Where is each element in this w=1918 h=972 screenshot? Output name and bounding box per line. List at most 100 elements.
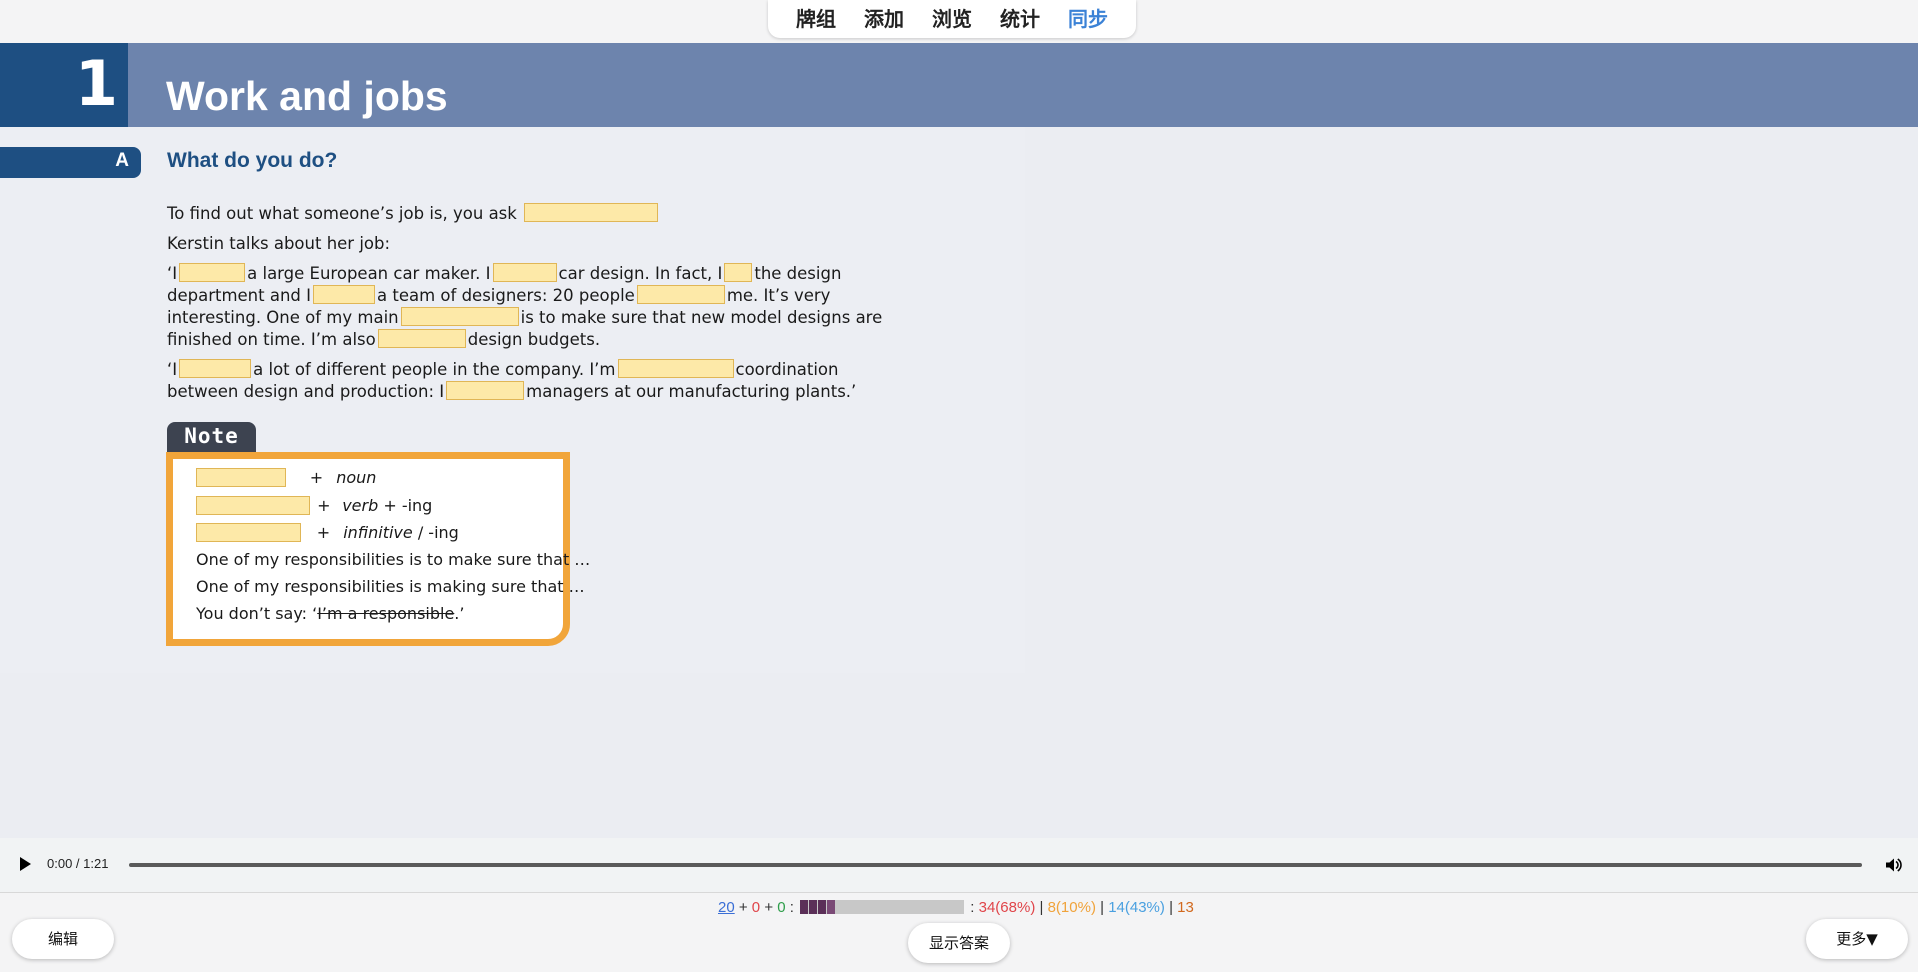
review-stats: 20 + 0 + 0 : : 34(68%) | 8(10%) | 14(43%…	[718, 899, 1194, 916]
text-fragment: between design and production: I	[167, 382, 445, 401]
note-warning-prefix: You don’t say: ‘	[196, 604, 318, 623]
text-fragment: department and I	[167, 286, 312, 305]
note-row-infinitive: + infinitive / -ing	[194, 523, 459, 542]
text-fragment: design budgets.	[467, 330, 601, 349]
plus-sign: +	[738, 899, 748, 916]
note-term: infinitive	[343, 523, 413, 542]
more-button[interactable]: 更多▼	[1806, 919, 1908, 959]
bottom-bar: 20 + 0 + 0 : : 34(68%) | 8(10%) | 14(43%…	[0, 892, 1918, 972]
main-nav: 牌组 添加 浏览 统计 同步	[768, 0, 1136, 38]
blank-field[interactable]	[400, 307, 519, 326]
tab-decks[interactable]: 牌组	[782, 0, 850, 38]
text-fragment: ‘I	[167, 264, 178, 283]
text-fragment: is to make sure that new model designs a…	[520, 308, 883, 327]
tab-stats[interactable]: 统计	[986, 0, 1054, 38]
audio-seek-bar[interactable]	[129, 863, 1862, 867]
note-suffix: / -ing	[417, 523, 459, 542]
text-fragment: interesting. One of my main	[167, 308, 399, 327]
edit-button[interactable]: 编辑	[12, 919, 114, 959]
blank-field[interactable]	[196, 468, 286, 487]
blank-field[interactable]	[617, 359, 734, 378]
para1-line-1: ‘I a large European car maker. I car desig…	[167, 263, 841, 285]
new-count[interactable]: 20	[718, 899, 735, 916]
text-fragment: finished on time. I’m also	[167, 330, 376, 349]
note-warning-struck: I’m a responsible	[317, 604, 455, 623]
blank-field[interactable]	[492, 263, 557, 282]
blank-field[interactable]	[179, 359, 252, 378]
plus-sign: +	[316, 523, 331, 542]
section-tab: A	[0, 147, 141, 178]
progress-heatbar	[800, 900, 965, 914]
note-term: noun	[336, 468, 377, 487]
tab-add[interactable]: 添加	[850, 0, 918, 38]
play-icon[interactable]	[20, 857, 31, 871]
easy-count: 13	[1177, 899, 1194, 916]
para2-line-2: between design and production: I managers…	[167, 381, 856, 403]
note-example-1: One of my responsibilities is to make su…	[196, 550, 591, 569]
para1-line-4: finished on time. I’m also design budgets…	[167, 329, 600, 351]
text-fragment: coordination	[735, 360, 839, 379]
note-row-verb: + verb + -ing	[194, 496, 432, 515]
blank-field[interactable]	[446, 381, 525, 400]
para2-line-1: ‘I a lot of different people in the compa…	[167, 359, 839, 381]
note-label: Note	[184, 424, 239, 448]
unit-title: Work and jobs	[166, 73, 448, 119]
text-fragment: the design	[754, 264, 842, 283]
note-example-2: One of my responsibilities is making sur…	[196, 577, 585, 596]
note-warning: You don’t say: ‘I’m a responsible.’	[196, 604, 464, 623]
heatbar-segment	[827, 900, 836, 914]
heatbar-segment	[800, 900, 809, 914]
unit-header: 1 Work and jobs	[0, 43, 1918, 127]
note-box: + noun + verb + -ing + infinitive / -ing…	[166, 452, 590, 646]
tab-browse[interactable]: 浏览	[918, 0, 986, 38]
text-fragment: ‘I	[167, 360, 178, 379]
note-row-noun: + noun	[194, 468, 376, 487]
section-letter: A	[115, 150, 129, 171]
text-fragment: managers at our manufacturing plants.’	[526, 382, 857, 401]
heatbar-segment	[809, 900, 818, 914]
para1-line-3: interesting. One of my main is to make su…	[167, 307, 882, 329]
blank-field[interactable]	[724, 263, 753, 282]
card-content: 1 Work and jobs A What do you do? To fin…	[0, 43, 1918, 838]
hard-count: 8(10%)	[1047, 899, 1096, 916]
good-count: 14(43%)	[1108, 899, 1165, 916]
text-fragment: car design. In fact, I	[558, 264, 723, 283]
learning-count: 0	[751, 899, 761, 916]
colon: :	[970, 899, 975, 916]
text-fragment: a lot of different people in the company…	[253, 360, 616, 379]
separator: |	[1039, 899, 1044, 916]
unit-number-box: 1	[0, 43, 128, 127]
separator: |	[1169, 899, 1173, 916]
blank-field[interactable]	[179, 263, 246, 282]
plus-sign: +	[309, 468, 324, 487]
text-fragment: me. It’s very	[726, 286, 831, 305]
blank-field[interactable]	[636, 285, 725, 304]
intro-line-1: To find out what someone’s job is, you a…	[167, 203, 660, 225]
show-answer-button[interactable]: 显示答案	[908, 923, 1010, 963]
audio-player: 0:00 / 1:21	[0, 838, 1918, 892]
review-count: 0	[777, 899, 786, 916]
blank-field[interactable]	[377, 329, 466, 348]
top-toolbar: 牌组 添加 浏览 统计 同步	[0, 0, 1918, 43]
heatbar-segment	[818, 900, 827, 914]
blank-field[interactable]	[313, 285, 376, 304]
blank-field[interactable]	[196, 496, 310, 515]
unit-number: 1	[74, 47, 118, 120]
section-title: What do you do?	[167, 149, 338, 172]
intro-text-1: To find out what someone’s job is, you a…	[167, 204, 517, 223]
colon: :	[789, 899, 794, 916]
intro-line-2: Kerstin talks about her job:	[167, 234, 391, 253]
blank-field[interactable]	[196, 523, 301, 542]
note-warning-suffix: .’	[454, 604, 465, 623]
plus-sign: +	[317, 496, 331, 515]
volume-icon[interactable]	[1884, 856, 1902, 874]
blank-field[interactable]	[524, 203, 659, 222]
note-suffix: + -ing	[383, 496, 433, 515]
note-tab: Note	[167, 422, 256, 452]
text-fragment: a large European car maker. I	[247, 264, 491, 283]
plus-sign: +	[764, 899, 774, 916]
tab-sync[interactable]: 同步	[1054, 0, 1122, 38]
again-count: 34(68%)	[978, 899, 1036, 916]
para1-line-2: department and I a team of designers: 20 …	[167, 285, 830, 307]
audio-time: 0:00 / 1:21	[47, 856, 109, 871]
